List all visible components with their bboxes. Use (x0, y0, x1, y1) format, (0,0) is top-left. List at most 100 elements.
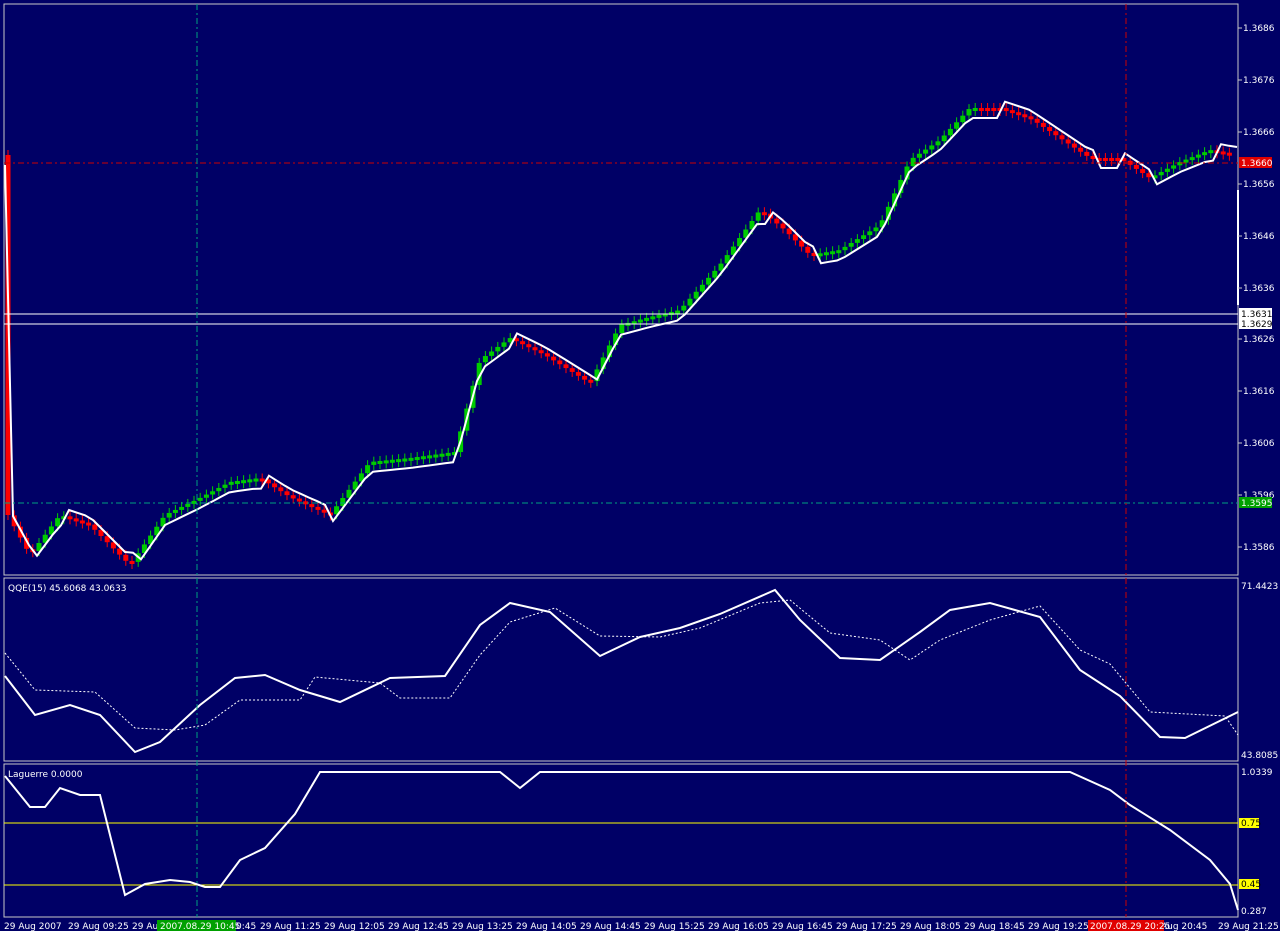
candle-body (1133, 164, 1139, 169)
candle-body (978, 108, 984, 111)
candle-body (371, 461, 377, 465)
band-upper-label: 1.3631 (1241, 310, 1273, 320)
candle-body (284, 491, 290, 496)
candle-body (985, 108, 991, 111)
chart-background (0, 0, 1280, 931)
candle-body (1047, 127, 1053, 132)
candle-body (197, 497, 203, 501)
candle-body (681, 305, 687, 311)
candle-body (272, 483, 278, 488)
candle-body (687, 298, 693, 306)
candle-body (1022, 114, 1028, 118)
candle-body (1226, 152, 1232, 156)
candle-body (774, 218, 780, 224)
candle-body (699, 284, 705, 292)
candle-body (644, 317, 650, 321)
candle-body (960, 115, 966, 123)
candle-body (916, 153, 922, 158)
candle-body (228, 481, 234, 485)
candle-body (203, 494, 209, 498)
red-time-label: 2007.08.29 20:25 (1090, 922, 1170, 931)
candle-body (290, 495, 296, 499)
candle-body (954, 122, 960, 129)
candle-body (867, 231, 873, 236)
candle-body (309, 504, 315, 508)
candle-body (830, 251, 836, 255)
band-lower-label: 1.3629 (1241, 320, 1273, 330)
candle-body (551, 356, 557, 361)
candle-body (315, 506, 321, 510)
price-tick-label: 1.3626 (1243, 335, 1275, 345)
candle-body (1065, 139, 1071, 144)
time-axis-label: 29 Aug 15:25 (644, 922, 705, 931)
candle-body (526, 344, 532, 348)
candle-body (563, 364, 569, 369)
time-axis-label: 29 Aug 18:05 (900, 922, 961, 931)
candle-body (712, 270, 718, 278)
candle-body (575, 372, 581, 376)
chart-window: 1.3686 1.3676 1.3666 1.3656 1.3646 1.3636 1.36… (0, 0, 1280, 931)
candle-body (935, 141, 941, 146)
price-tick-label: 1.3636 (1243, 284, 1275, 294)
green-time-label: 2007.08.29 10:45 (160, 922, 240, 931)
candle-body (1084, 151, 1090, 156)
time-axis-label: 29 Aug 12:45 (388, 922, 449, 931)
time-axis-label: 29 Aug 11:25 (260, 922, 321, 931)
candle-body (439, 453, 445, 457)
candle-body (1109, 158, 1115, 161)
candle-body (166, 512, 172, 518)
candle-body (929, 145, 935, 150)
candle-body (259, 478, 265, 482)
candle-body (1028, 116, 1034, 120)
candle-body (210, 491, 216, 495)
time-axis-label: 29 Aug 16:45 (772, 922, 833, 931)
candle-body (1140, 169, 1146, 174)
candle-body (172, 509, 178, 513)
time-axis-label: 29 Aug 14:05 (516, 922, 577, 931)
candle-body (365, 465, 371, 474)
candle-body (675, 310, 681, 314)
candle-body (216, 487, 222, 492)
price-tick-label: 1.3606 (1243, 439, 1275, 449)
candle-body (588, 379, 594, 383)
time-axis-label: 29 Aug 13:25 (452, 922, 513, 931)
qqe-title: QQE(15) 45.6068 43.0633 (8, 584, 127, 594)
candle-body (383, 460, 389, 464)
candle-body (408, 457, 414, 461)
price-tick-label: 1.3676 (1243, 76, 1275, 86)
candle-body (761, 212, 767, 216)
candle-body (123, 554, 129, 561)
candle-body (656, 314, 662, 318)
candle-body (1016, 112, 1022, 116)
time-axis-label: 29 Au (132, 922, 158, 931)
candle-body (1003, 108, 1009, 112)
candle-body (780, 223, 786, 229)
candle-body (179, 506, 185, 510)
candle-body (253, 478, 259, 482)
red-level-label: 1.3660 (1241, 159, 1273, 169)
price-tick-label: 1.3616 (1243, 387, 1275, 397)
candle-body (823, 252, 829, 256)
candle-body (1009, 110, 1015, 114)
candle-body (321, 509, 327, 513)
candle-body (1040, 122, 1046, 127)
candle-body (991, 108, 997, 111)
qqe-min-label: 43.8085 (1241, 751, 1278, 761)
qqe-max-label: 71.4423 (1241, 582, 1278, 592)
candle-body (854, 239, 860, 243)
candle-body (786, 228, 792, 235)
time-axis-label: 29 Aug 12:05 (324, 922, 385, 931)
candle-body (619, 324, 625, 334)
candle-body (1158, 172, 1164, 176)
candle-body (582, 375, 588, 380)
candle-body (972, 108, 978, 111)
candle-body (427, 455, 433, 459)
candle-body (1102, 158, 1108, 161)
candle-body (396, 459, 402, 463)
candle-body (557, 360, 563, 365)
candle-body (706, 277, 712, 285)
green-level-label: 1.3595 (1241, 499, 1273, 509)
time-axis-label: 29 Aug 2007 (4, 922, 62, 931)
candle-body (538, 350, 544, 354)
candle-body (755, 212, 761, 221)
